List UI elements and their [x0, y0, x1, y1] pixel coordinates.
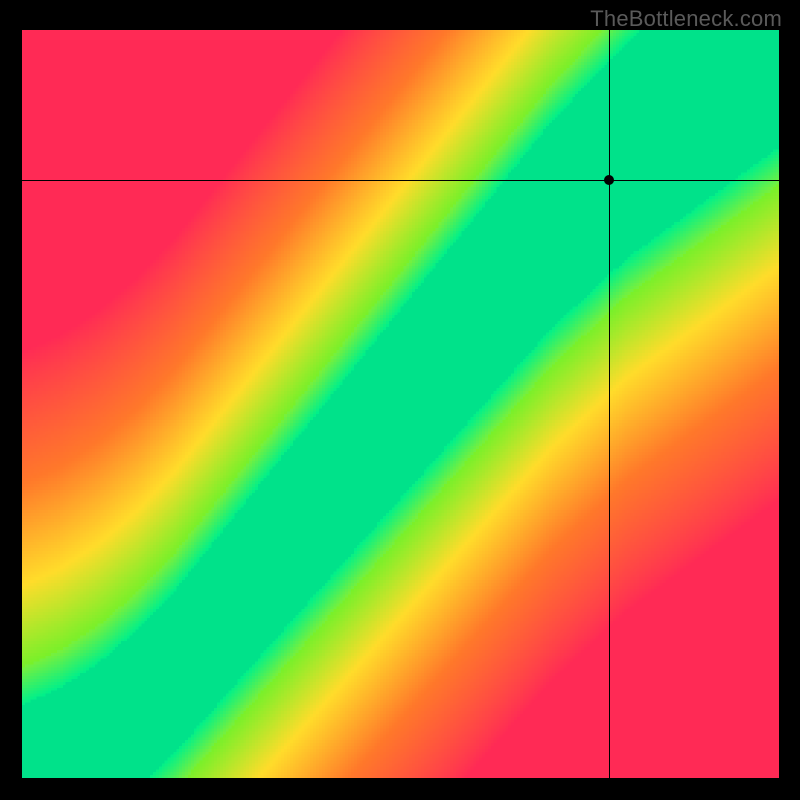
heatmap-canvas — [22, 30, 779, 778]
marker-point — [604, 175, 614, 185]
heatmap-plot-area — [22, 30, 779, 778]
crosshair-vertical — [609, 30, 610, 778]
chart-container: TheBottleneck.com — [0, 0, 800, 800]
crosshair-horizontal — [22, 180, 779, 181]
watermark-text: TheBottleneck.com — [590, 6, 782, 32]
